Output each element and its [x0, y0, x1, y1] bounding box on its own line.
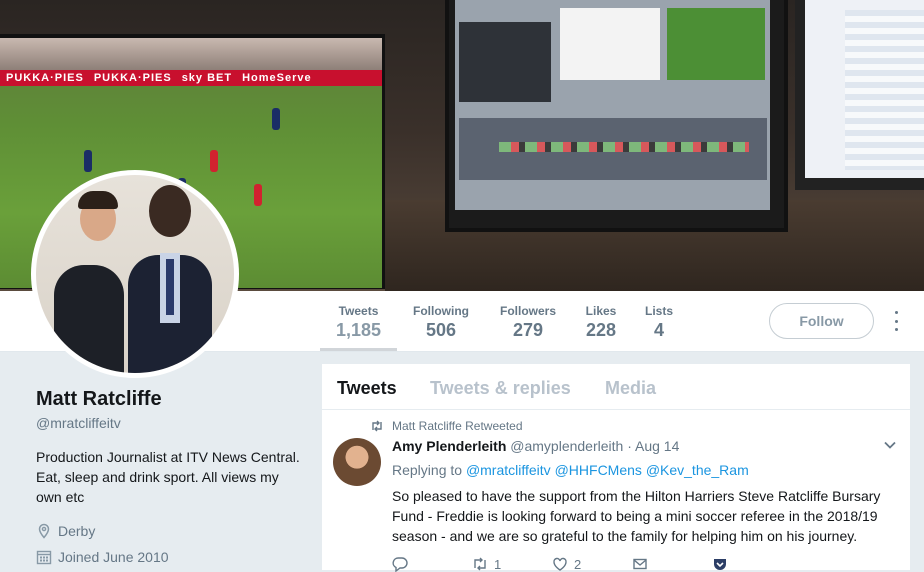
stat-label: Tweets [338, 304, 379, 318]
stat-followers[interactable]: Followers 279 [494, 291, 562, 351]
timeline-tabs: Tweets Tweets & replies Media [322, 364, 910, 410]
envelope-icon [633, 558, 647, 570]
profile-name[interactable]: Matt Ratcliffe [36, 388, 306, 411]
person-right-tie [166, 259, 174, 315]
tweet[interactable]: Matt Ratcliffe Retweeted Amy Plenderleit… [322, 410, 910, 572]
profile-location: Derby [36, 523, 306, 539]
retweet-context-text: Matt Ratcliffe Retweeted [392, 419, 523, 433]
location-text: Derby [58, 523, 96, 539]
reply-icon [392, 557, 408, 572]
thumbnail [560, 8, 660, 80]
like-count: 2 [574, 556, 582, 572]
chevron-down-icon[interactable] [883, 438, 897, 452]
calendar-icon [36, 550, 52, 565]
tab-tweets-and-replies[interactable]: Tweets & replies [430, 378, 571, 399]
location-pin-icon [38, 523, 50, 539]
person-left [54, 265, 124, 373]
profile-joined: Joined June 2010 [36, 549, 306, 565]
more-options-icon[interactable] [888, 311, 904, 331]
tweet-header: Amy Plenderleith @amyplenderleith · Aug … [392, 438, 679, 454]
replying-to: Replying to @mratcliffeitv @HHFCMens @Ke… [392, 462, 749, 478]
tweet-date[interactable]: Aug 14 [635, 438, 679, 454]
stat-likes[interactable]: Likes 228 [580, 291, 622, 351]
spreadsheet-rows [845, 10, 924, 170]
player [272, 108, 280, 130]
follow-button[interactable]: Follow [769, 303, 874, 339]
profile-card: Matt Ratcliffe @mratcliffeitv Production… [36, 388, 306, 565]
tweet-separator: · [627, 438, 632, 454]
ad-board-text: HomeServe [242, 72, 312, 84]
person-right-head [149, 185, 191, 237]
ad-board-text: sky BET [181, 72, 233, 84]
stat-tweets[interactable]: Tweets 1,185 [320, 291, 397, 351]
tweet-actions: 1 2 [392, 556, 792, 572]
stat-label: Likes [585, 304, 617, 318]
spreadsheet-screen [805, 0, 924, 178]
mention-link[interactable]: @Kev_the_Ram [646, 462, 749, 478]
save-action[interactable] [712, 556, 792, 572]
tweet-author-name[interactable]: Amy Plenderleith [392, 438, 506, 454]
stat-label: Lists [644, 304, 673, 318]
retweet-count: 1 [494, 556, 502, 572]
timeline: Tweets Tweets & replies Media Matt Ratcl… [321, 363, 911, 572]
stat-lists[interactable]: Lists 4 [642, 291, 676, 351]
ad-board-text: PUKKA·PIES [6, 72, 84, 84]
edit-track [499, 142, 749, 152]
profile-avatar[interactable] [31, 170, 239, 378]
pocket-icon [714, 559, 726, 570]
retweet-context: Matt Ratcliffe Retweeted [370, 419, 523, 433]
video-preview [667, 8, 765, 80]
ad-board: PUKKA·PIES PUKKA·PIES sky BET HomeServe [0, 70, 382, 86]
ad-board-text: PUKKA·PIES [93, 72, 172, 84]
stat-following[interactable]: Following 506 [404, 291, 478, 351]
stat-value: 228 [585, 320, 617, 340]
tweet-text: So pleased to have the support from the … [392, 488, 881, 544]
mention-link[interactable]: @HHFCMens [555, 462, 642, 478]
heart-icon [553, 557, 567, 571]
reply-action[interactable] [392, 556, 472, 572]
profile-handle[interactable]: @mratcliffeitv [36, 415, 306, 431]
replying-prefix: Replying to [392, 462, 463, 478]
stat-label: Following [413, 304, 469, 318]
player [84, 150, 92, 172]
tab-media[interactable]: Media [605, 378, 656, 399]
stat-value: 4 [653, 320, 664, 340]
edit-timeline [459, 118, 767, 180]
avatar-photo [36, 175, 234, 373]
like-action[interactable]: 2 [552, 556, 632, 572]
mention-link[interactable]: @mratcliffeitv [466, 462, 551, 478]
tab-tweets[interactable]: Tweets [337, 378, 397, 399]
stat-label: Followers [499, 304, 556, 318]
tweet-author-handle[interactable]: @amyplenderleith [510, 438, 623, 454]
stat-value: 506 [425, 320, 457, 340]
person-left-hair [78, 191, 118, 209]
editing-screen [455, 0, 770, 210]
stat-value: 1,185 [335, 320, 382, 340]
stat-value: 279 [512, 320, 544, 340]
profile-bio: Production Journalist at ITV News Centra… [36, 449, 300, 505]
audio-mixer [459, 22, 551, 102]
retweet-icon [372, 420, 382, 432]
player [254, 184, 262, 206]
retweet-action[interactable]: 1 [472, 556, 552, 572]
player [210, 150, 218, 172]
dm-action[interactable] [632, 556, 712, 572]
stands [0, 38, 382, 70]
joined-text: Joined June 2010 [58, 549, 169, 565]
tweet-author-avatar[interactable] [333, 438, 381, 486]
retweet-icon [474, 557, 486, 571]
